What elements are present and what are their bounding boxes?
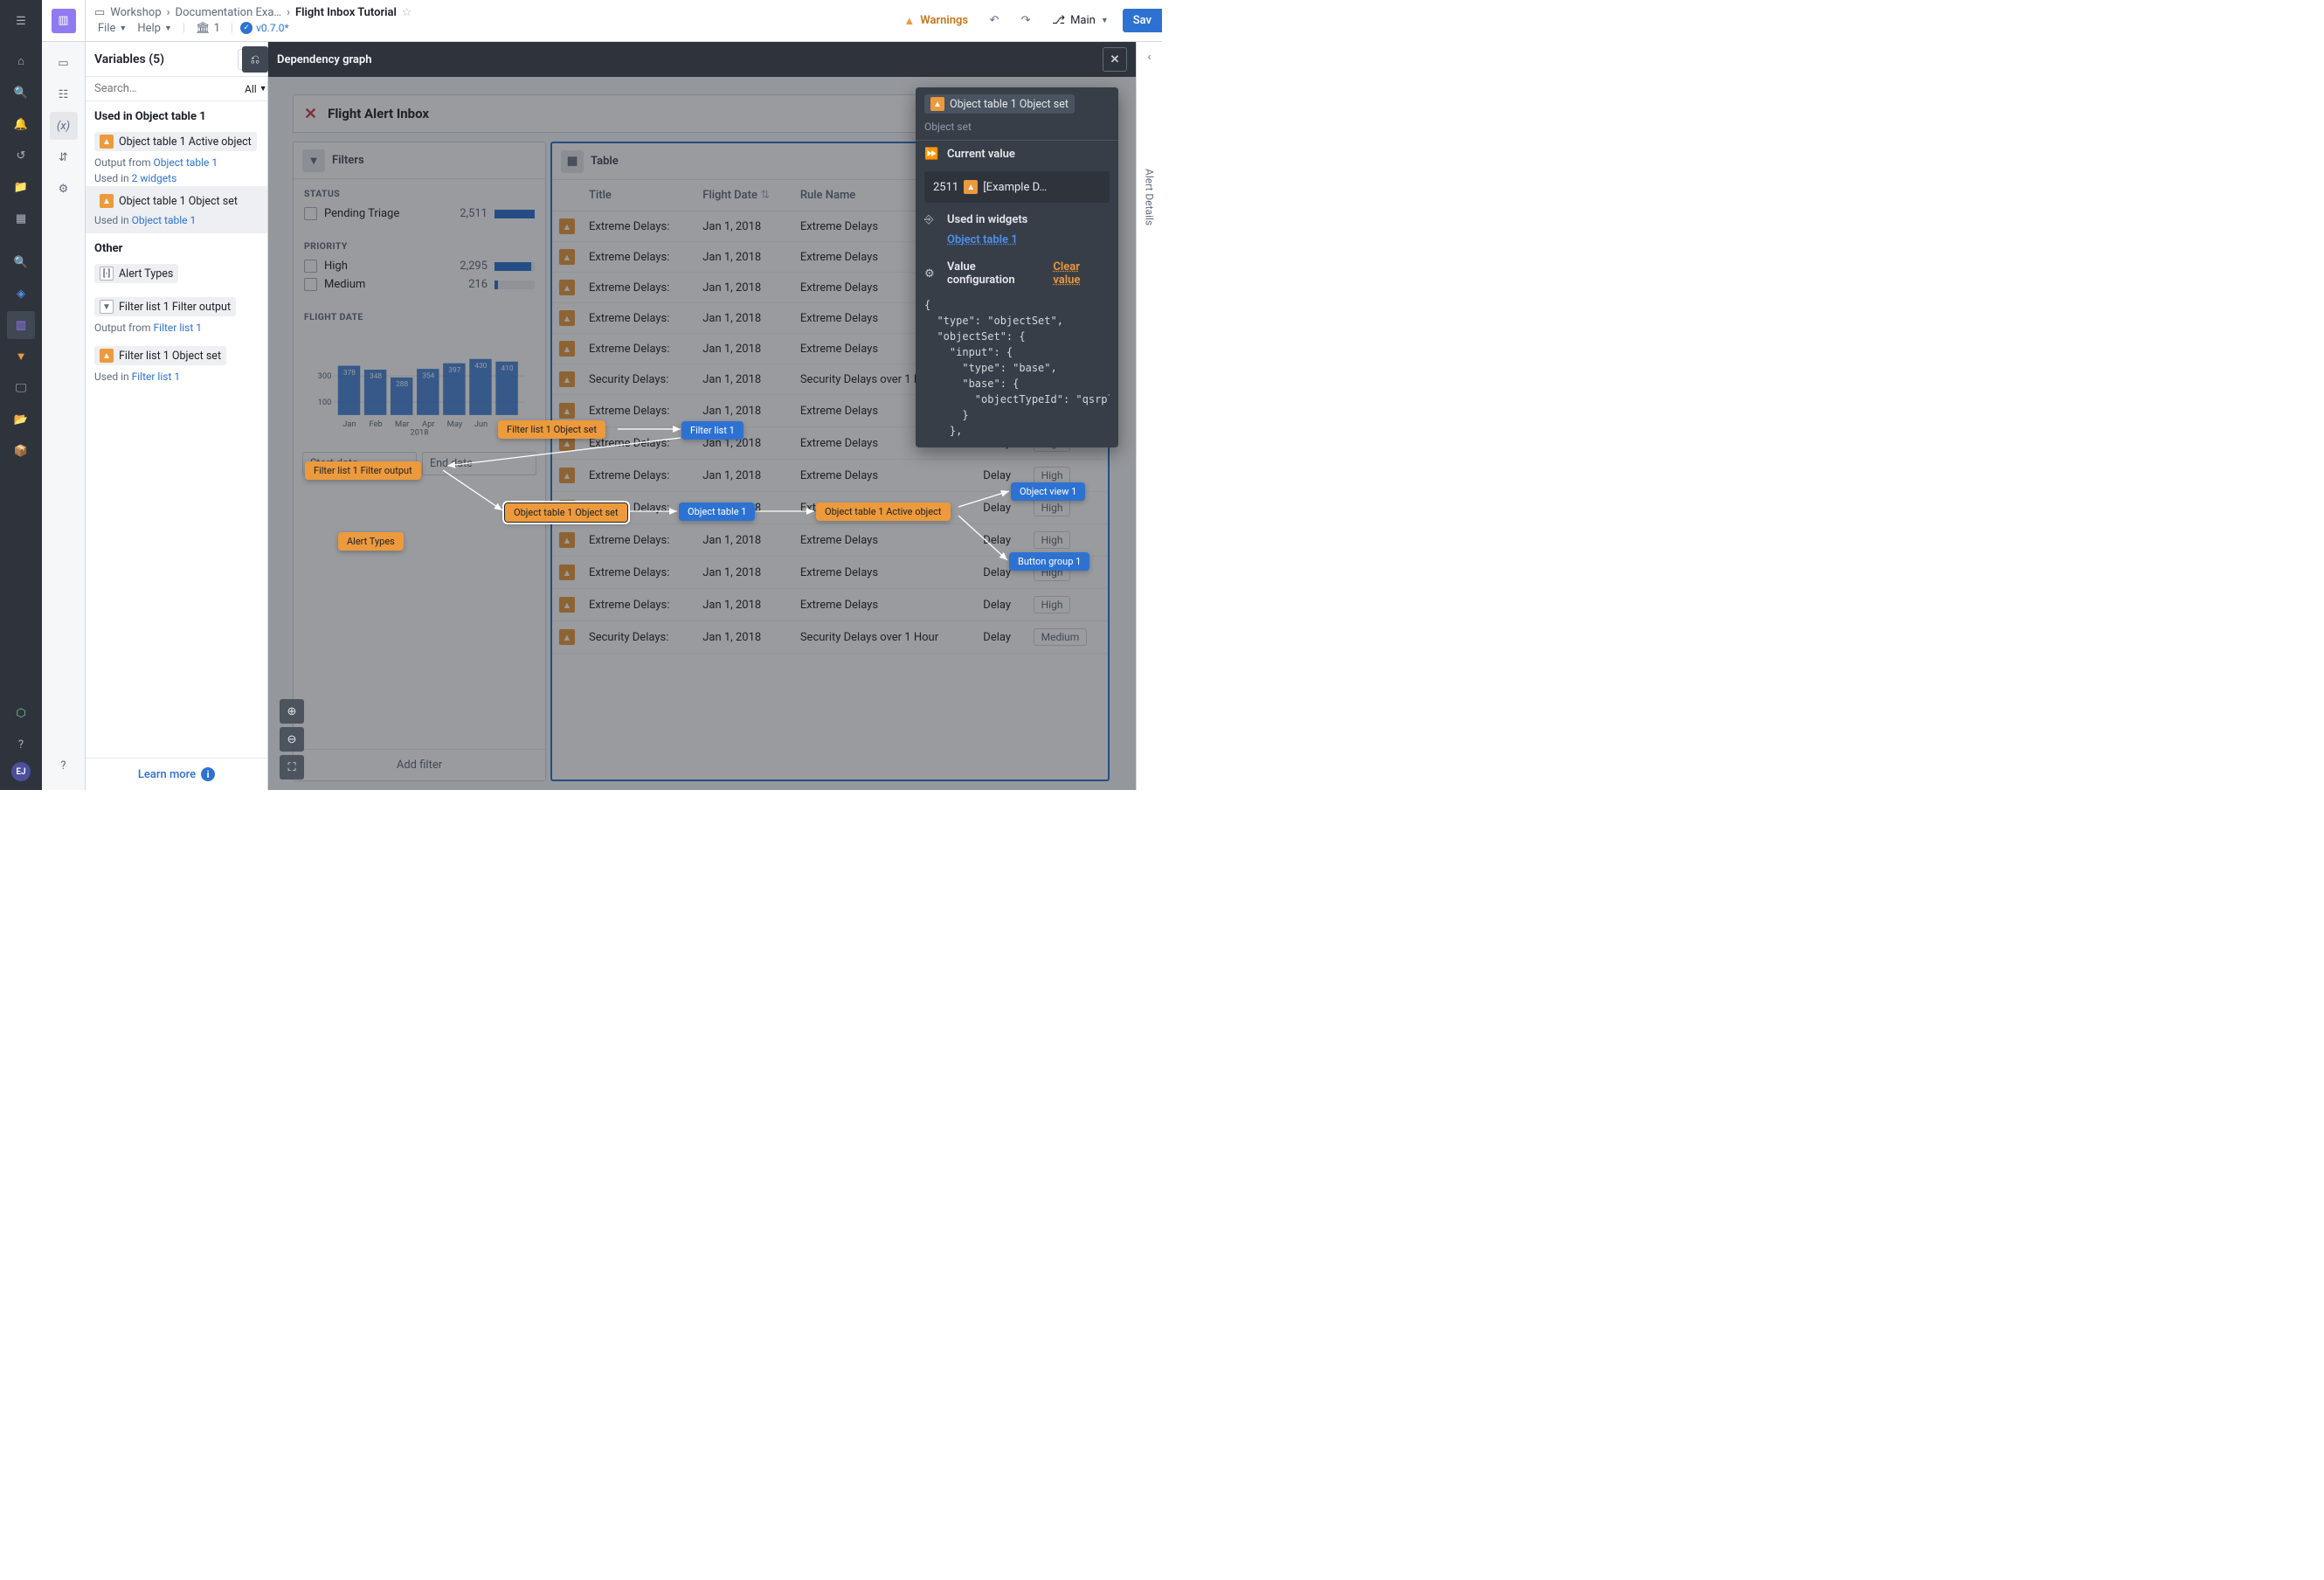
- current-value: 2511▲[Example D…: [924, 171, 1110, 203]
- learn-more-link[interactable]: Learn morei: [86, 758, 267, 790]
- breadcrumb: ▭ Workshop› Documentation Exa…› Flight I…: [94, 6, 888, 19]
- warnings-button[interactable]: ▲Warnings: [896, 10, 975, 31]
- pipeline-icon[interactable]: ▼: [7, 343, 35, 371]
- save-button[interactable]: Sav: [1123, 9, 1162, 32]
- home-icon[interactable]: ⌂: [7, 47, 35, 75]
- folder-icon[interactable]: 📁: [7, 173, 35, 201]
- help-menu[interactable]: Help▼: [134, 21, 176, 36]
- node-active-object[interactable]: Object table 1 Active object: [816, 502, 951, 521]
- panel-icon[interactable]: ▭: [50, 49, 78, 77]
- inspector-code: { "type": "objectSet", "objectSet": { "i…: [924, 297, 1110, 439]
- search-icon[interactable]: 🔍: [7, 79, 35, 107]
- cube-icon[interactable]: ◈: [7, 280, 35, 308]
- play-icon: ⏩: [924, 148, 940, 161]
- branch-selector[interactable]: ⎇Main▼: [1045, 10, 1116, 31]
- node-object-view[interactable]: Object view 1: [1011, 482, 1085, 501]
- folder2-icon[interactable]: 📂: [7, 405, 35, 433]
- folder-icon: ▭: [94, 6, 105, 19]
- variables-title: Variables (5): [94, 52, 164, 66]
- variables-search[interactable]: [94, 82, 239, 95]
- node-object-set[interactable]: Object table 1 Object set: [504, 502, 628, 523]
- version-tag[interactable]: ✓v0.7.0*: [240, 22, 289, 34]
- help2-icon[interactable]: ?: [50, 752, 78, 780]
- graph-toggle-button[interactable]: ⎌: [242, 46, 268, 73]
- node-button-group[interactable]: Button group 1: [1009, 552, 1089, 571]
- zoom-controls: ⊕ ⊖ ⛶: [280, 699, 304, 780]
- group-used: Used in Object table 1: [86, 101, 267, 128]
- help-icon[interactable]: ?: [7, 731, 35, 759]
- undo-icon[interactable]: ↶: [982, 9, 1006, 33]
- var-filter-output[interactable]: ▼Filter list 1 Filter output: [94, 297, 236, 316]
- secondary-rail: ▭ ☷ (x) ⇵ ⚙ ?: [42, 42, 86, 790]
- link-object-table2[interactable]: Object table 1: [132, 214, 197, 226]
- node-filter-list[interactable]: Filter list 1: [681, 421, 744, 440]
- clear-value-button[interactable]: Clear value: [1053, 260, 1110, 287]
- star-icon[interactable]: ☆: [402, 6, 412, 19]
- inspector-link[interactable]: Object table 1: [947, 233, 1018, 246]
- variables-filter[interactable]: All▼: [245, 83, 267, 95]
- top-bar: ▥ ▭ Workshop› Documentation Exa…› Flight…: [42, 0, 1162, 42]
- history-icon[interactable]: ↺: [7, 142, 35, 170]
- inspector-chip[interactable]: ▲Object table 1 Object set: [924, 94, 1075, 114]
- shape-icon[interactable]: ⬡: [7, 699, 35, 727]
- sliders-icon: ⚙: [924, 267, 940, 281]
- group-other: Other: [86, 233, 267, 260]
- link-filter-list[interactable]: Filter list 1: [154, 322, 202, 334]
- var-object-set[interactable]: ▲Object table 1 Object set: [94, 191, 243, 211]
- breadcrumb-workshop[interactable]: Workshop: [110, 6, 161, 19]
- menu-icon[interactable]: ☰: [7, 7, 35, 35]
- app-left-rail: ☰ ⌂ 🔍 🔔 ↺ 📁 ▦ 🔍 ◈ ▥ ▼ 🖵 📂 📦 ⬡ ? EJ: [0, 0, 42, 790]
- right-rail: ‹ Alert Details: [1136, 42, 1162, 790]
- var-filter-object-set[interactable]: ▲Filter list 1 Object set: [94, 346, 226, 365]
- inspector-panel: ▲Object table 1 Object set Object set ⏩C…: [916, 87, 1118, 447]
- var-alert-types[interactable]: [·]Alert Types: [94, 264, 178, 283]
- settings-icon[interactable]: ⚙: [50, 175, 78, 203]
- node-filter-object-set[interactable]: Filter list 1 Object set: [498, 420, 605, 439]
- node-alert-types[interactable]: Alert Types: [338, 532, 404, 551]
- users-count[interactable]: 🏛1: [192, 21, 224, 36]
- link-object-table[interactable]: Object table 1: [154, 156, 218, 169]
- variables-panel: Variables (5) + All▼ Used in Object tabl…: [86, 42, 268, 790]
- layers-icon[interactable]: ☷: [50, 80, 78, 108]
- file-menu[interactable]: File▼: [94, 21, 130, 36]
- link-widgets[interactable]: 2 widgets: [132, 172, 177, 184]
- page-title: Flight Inbox Tutorial: [295, 6, 397, 19]
- zoom-in-button[interactable]: ⊕: [280, 699, 304, 724]
- app-icon: ▥: [42, 0, 86, 41]
- apps-icon[interactable]: ▦: [7, 204, 35, 232]
- data-icon[interactable]: 🔍: [7, 248, 35, 276]
- graph-header: Dependency graph ✕: [268, 42, 1136, 77]
- zoom-out-button[interactable]: ⊖: [280, 727, 304, 752]
- breadcrumb-parent[interactable]: Documentation Exa…: [176, 6, 282, 19]
- link-filter-list2[interactable]: Filter list 1: [132, 371, 180, 383]
- redo-icon[interactable]: ↷: [1013, 9, 1038, 33]
- node-filter-output[interactable]: Filter list 1 Filter output: [305, 461, 421, 480]
- box-icon[interactable]: 📦: [7, 437, 35, 465]
- enter-icon: ⎆: [924, 213, 940, 226]
- bell-icon[interactable]: 🔔: [7, 110, 35, 138]
- user-avatar[interactable]: EJ: [11, 762, 31, 781]
- monitor-icon[interactable]: 🖵: [7, 374, 35, 402]
- alert-details-tab[interactable]: Alert Details: [1144, 169, 1156, 225]
- var-active-object[interactable]: ▲Object table 1 Active object: [94, 132, 257, 151]
- variables-icon[interactable]: (x): [50, 112, 78, 140]
- node-object-table[interactable]: Object table 1: [679, 502, 755, 521]
- zoom-fit-button[interactable]: ⛶: [280, 755, 304, 780]
- workshop-icon[interactable]: ▥: [7, 311, 35, 339]
- close-graph-button[interactable]: ✕: [1103, 47, 1127, 72]
- import-icon[interactable]: ⇵: [50, 143, 78, 171]
- chevron-left-icon[interactable]: ‹: [1148, 51, 1152, 64]
